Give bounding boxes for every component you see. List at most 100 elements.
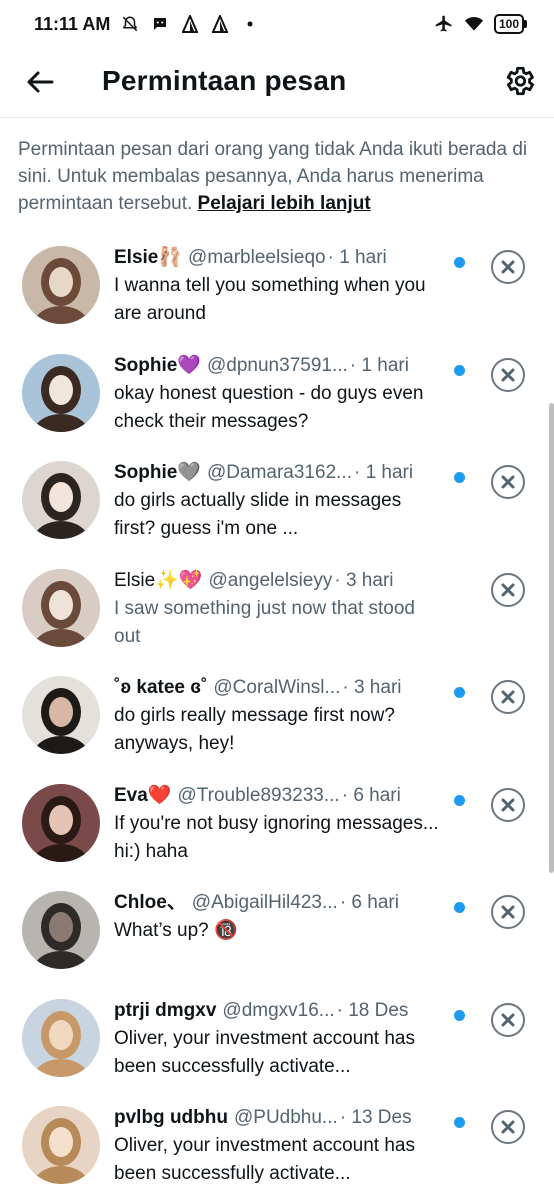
- list-item[interactable]: ptrji dmgxv @dmgxv16... · 18 Des Oliver,…: [0, 985, 548, 1093]
- arrow-left-icon[interactable]: [24, 66, 56, 98]
- sender-handle: @Trouble893233...: [177, 784, 340, 806]
- close-icon: [501, 1120, 515, 1134]
- list-item[interactable]: Elsie🩰 @marbleelsieqo · 1 hari I wanna t…: [0, 232, 548, 340]
- message-time: · 18 Des: [336, 999, 409, 1021]
- list-item[interactable]: Elsie✨💖 @angelelsieyy · 3 hari I saw som…: [0, 555, 548, 663]
- list-item-body: Sophie💜 @dpnun37591... · 1 hari okay hon…: [114, 354, 444, 436]
- avatar[interactable]: [22, 676, 100, 754]
- avatar[interactable]: [22, 783, 100, 862]
- unread-dot: [454, 1009, 465, 1021]
- unread-dot: [454, 687, 465, 698]
- avatar[interactable]: [22, 461, 100, 539]
- list-item[interactable]: Sophie💜 @dpnun37591... · 1 hari okay hon…: [0, 340, 548, 448]
- message-time: · 1 hari: [327, 247, 387, 268]
- info-text: Permintaan pesan dari orang yang tidak A…: [18, 136, 528, 217]
- avatar[interactable]: [22, 998, 100, 1077]
- message-time: · 13 Des: [339, 1107, 412, 1128]
- message-time: · 3 hari: [342, 677, 402, 698]
- avatar[interactable]: [22, 246, 100, 324]
- list-item-body: Eva❤️ @Trouble893233... · 6 hari If you'…: [114, 784, 444, 866]
- sender-handle: @angelelsieyy: [208, 569, 333, 591]
- message-preview: I saw something just now that stood out: [114, 597, 415, 647]
- chat-bubble-icon: [150, 14, 170, 34]
- unread-dot: [454, 1117, 465, 1128]
- avatar[interactable]: [22, 568, 100, 647]
- close-icon: [501, 475, 515, 489]
- list-item-header: ˚ʚ katee ɞ˚ @CoralWinsl... · 3 hari: [114, 676, 444, 700]
- sender-handle: @PUdbhu...: [233, 1107, 338, 1128]
- signal-triangle-icon: [180, 14, 200, 34]
- close-icon: [501, 368, 515, 381]
- sender-handle: @CoralWinsl...: [213, 677, 341, 698]
- dismiss-button[interactable]: [491, 1002, 525, 1037]
- sender-name: pvlbg udbhu: [114, 1107, 228, 1128]
- list-item-header: Sophie💜 @dpnun37591... · 1 hari: [114, 354, 444, 378]
- signal-triangle-icon: [210, 14, 230, 34]
- message-time: · 1 hari: [349, 354, 409, 376]
- dismiss-button[interactable]: [491, 357, 525, 392]
- list-item[interactable]: Sophie🩶 @Damara3162... · 1 hari do girls…: [0, 447, 548, 555]
- gear-icon[interactable]: [502, 64, 536, 98]
- message-preview: okay honest question - do guys even chec…: [114, 382, 424, 432]
- close-icon: [501, 905, 515, 919]
- list-item[interactable]: ˚ʚ katee ɞ˚ @CoralWinsl... · 3 hari do g…: [0, 662, 548, 770]
- unread-dot: [454, 794, 465, 806]
- status-left: 11:11 AM: [34, 14, 260, 35]
- list-item[interactable]: Chloe、 @AbigailHil423... · 6 hari What’s…: [0, 877, 548, 985]
- status-bar: 11:11 AM 100: [0, 0, 554, 48]
- status-time: 11:11 AM: [34, 13, 111, 34]
- list-item-header: Eva❤️ @Trouble893233... · 6 hari: [114, 784, 444, 808]
- avatar[interactable]: [22, 891, 100, 969]
- list-item-body: Elsie🩰 @marbleelsieqo · 1 hari I wanna t…: [114, 246, 444, 328]
- list-item[interactable]: Eva❤️ @Trouble893233... · 6 hari If you'…: [0, 770, 548, 878]
- message-preview: Oliver, your investment account has been…: [114, 1027, 415, 1077]
- message-time: · 6 hari: [341, 784, 401, 806]
- scrollbar-thumb[interactable]: [549, 403, 554, 873]
- list-item-body: Chloe、 @AbigailHil423... · 6 hari What’s…: [114, 891, 444, 945]
- list-item-header: ptrji dmgxv @dmgxv16... · 18 Des: [114, 999, 444, 1023]
- close-icon: [501, 260, 515, 274]
- header: Permintaan pesan: [0, 48, 554, 118]
- battery-icon: 100: [493, 14, 528, 34]
- unread-dot: [454, 257, 465, 268]
- dismiss-button[interactable]: [491, 895, 525, 929]
- dismiss-button[interactable]: [491, 787, 525, 822]
- sender-name: ˚ʚ katee ɞ˚: [114, 677, 208, 698]
- list-item[interactable]: pvlbg udbhu @PUdbhu... · 13 Des Oliver, …: [0, 1092, 548, 1200]
- dismiss-button[interactable]: [491, 250, 525, 284]
- sender-handle: @marbleelsieqo: [188, 247, 326, 268]
- dismiss-button[interactable]: [491, 465, 525, 499]
- sender-handle: @dpnun37591...: [207, 354, 348, 376]
- sender-handle: @Damara3162...: [207, 462, 352, 483]
- list-item-header: Sophie🩶 @Damara3162... · 1 hari: [114, 461, 444, 485]
- message-preview: What’s up? 🔞: [114, 920, 238, 941]
- sender-name: Eva❤️: [114, 784, 172, 806]
- message-preview: If you're not busy ignoring messages... …: [114, 812, 439, 862]
- scrollbar[interactable]: [548, 118, 554, 1200]
- list-item-header: Elsie🩰 @marbleelsieqo · 1 hari: [114, 246, 444, 270]
- unread-dot: [454, 472, 465, 483]
- message-time: · 1 hari: [353, 462, 414, 483]
- dismiss-button[interactable]: [491, 572, 525, 607]
- message-requests-list: Elsie🩰 @marbleelsieqo · 1 hari I wanna t…: [0, 232, 548, 1200]
- unread-dot: [454, 364, 465, 376]
- sender-name: Sophie🩶: [114, 462, 201, 483]
- sender-name: ptrji dmgxv: [114, 999, 217, 1021]
- sender-handle: @AbigailHil423...: [191, 892, 338, 913]
- dismiss-button[interactable]: [491, 1110, 525, 1144]
- avatar[interactable]: [22, 1106, 100, 1184]
- message-preview: Oliver, your investment account has been…: [114, 1135, 415, 1184]
- sender-name: Chloe、: [114, 892, 186, 913]
- close-icon: [501, 1013, 515, 1026]
- notifications-off-icon: [120, 14, 140, 34]
- learn-more-link[interactable]: Pelajari lebih lanjut: [198, 193, 371, 214]
- page-title: Permintaan pesan: [102, 65, 347, 96]
- list-item-body: ˚ʚ katee ɞ˚ @CoralWinsl... · 3 hari do g…: [114, 676, 444, 758]
- airplane-icon: [434, 14, 454, 34]
- avatar[interactable]: [22, 353, 100, 432]
- message-time: · 3 hari: [334, 569, 394, 591]
- sender-name: Elsie🩰: [114, 247, 183, 268]
- close-icon: [501, 690, 515, 704]
- dismiss-button[interactable]: [491, 680, 525, 714]
- list-item-body: Sophie🩶 @Damara3162... · 1 hari do girls…: [114, 461, 444, 543]
